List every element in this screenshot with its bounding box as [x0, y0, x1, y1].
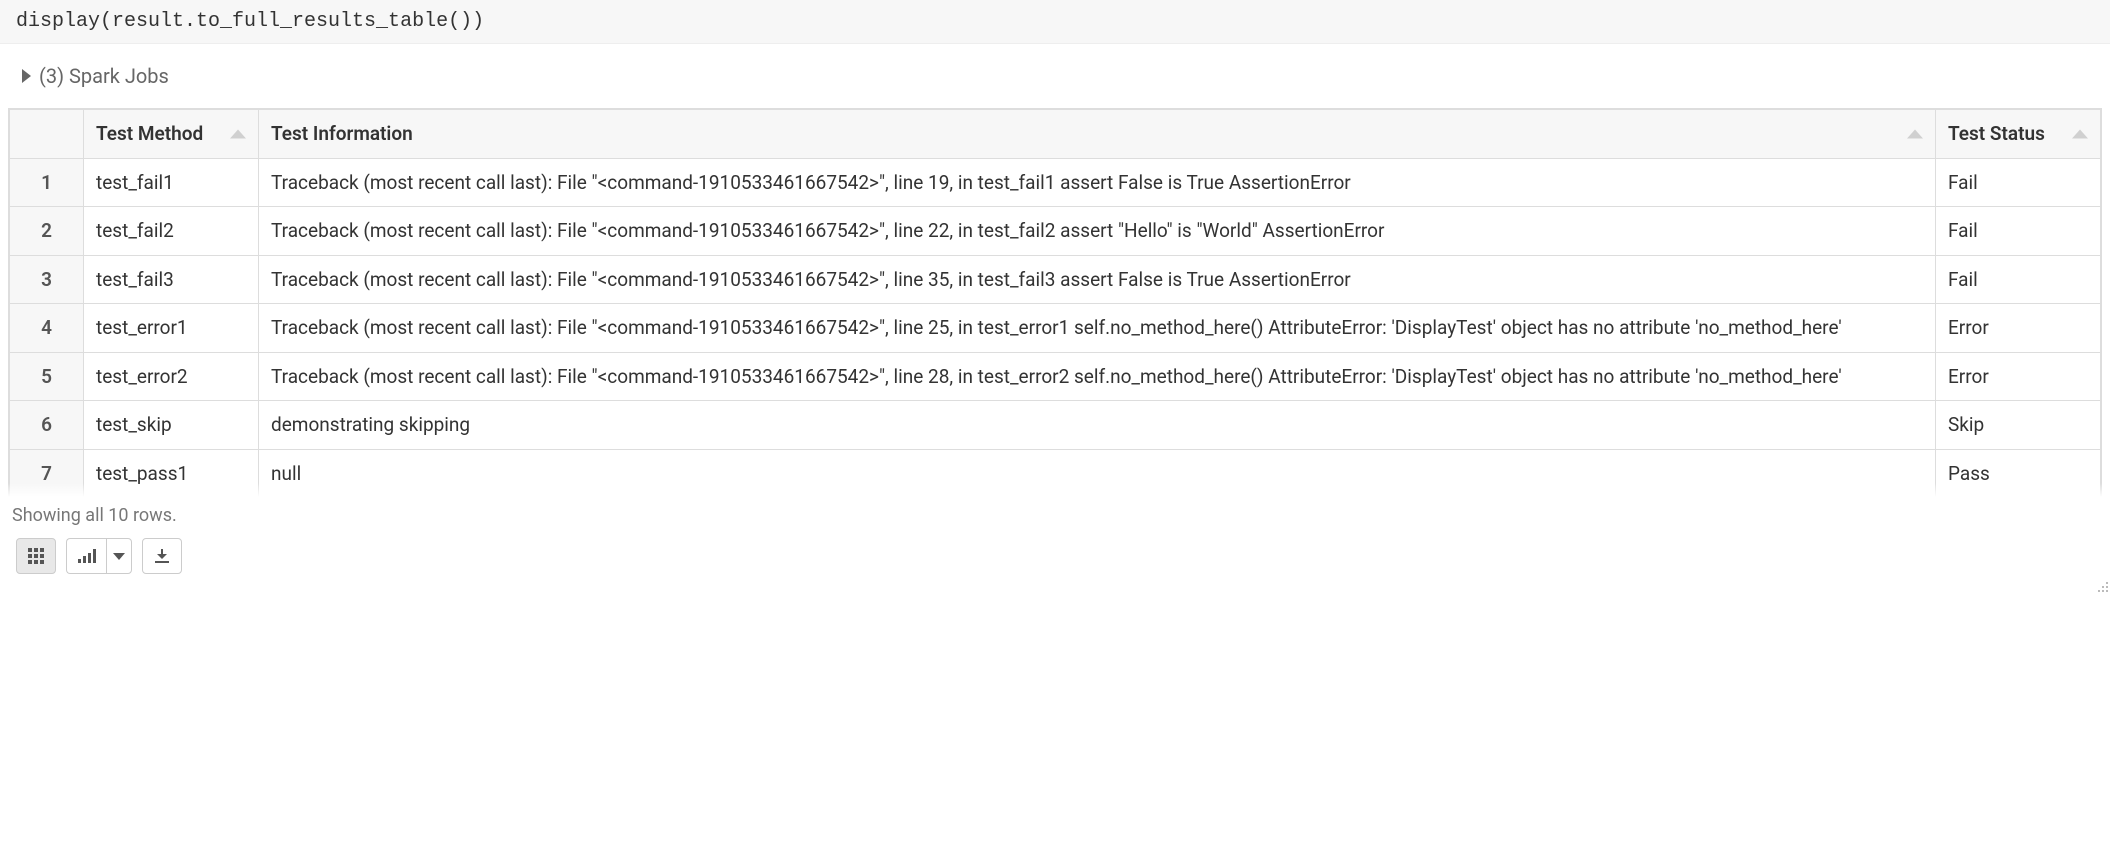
- row-number-cell: 6: [10, 401, 84, 450]
- test-information-cell: Traceback (most recent call last): File …: [259, 304, 1936, 353]
- test-status-cell: Fail: [1936, 158, 2101, 207]
- sort-asc-icon: [1907, 129, 1923, 138]
- resize-handle[interactable]: [2094, 578, 2108, 592]
- row-number-cell: 7: [10, 449, 84, 497]
- download-button[interactable]: [142, 538, 182, 574]
- test-status-cell: Error: [1936, 352, 2101, 401]
- test-information-cell: Traceback (most recent call last): File …: [259, 207, 1936, 256]
- sort-asc-icon: [2072, 129, 2088, 138]
- row-number-cell: 1: [10, 158, 84, 207]
- test-method-cell: test_skip: [84, 401, 259, 450]
- column-header-test-method[interactable]: Test Method: [84, 110, 259, 159]
- table-row[interactable]: 7test_pass1nullPass: [10, 449, 2101, 497]
- download-icon: [155, 549, 169, 563]
- test-status-cell: Pass: [1936, 449, 2101, 497]
- test-status-cell: Error: [1936, 304, 2101, 353]
- test-method-cell: test_fail3: [84, 255, 259, 304]
- row-number-cell: 3: [10, 255, 84, 304]
- test-status-cell: Fail: [1936, 255, 2101, 304]
- spark-jobs-label: (3) Spark Jobs: [39, 64, 169, 88]
- test-information-cell: Traceback (most recent call last): File …: [259, 255, 1936, 304]
- test-method-cell: test_error1: [84, 304, 259, 353]
- chart-view-button[interactable]: [66, 538, 106, 574]
- row-number-cell: 4: [10, 304, 84, 353]
- spark-jobs-toggle[interactable]: (3) Spark Jobs: [22, 64, 2102, 88]
- bar-chart-icon: [78, 549, 96, 563]
- output-toolbar: [8, 538, 2102, 574]
- test-method-cell: test_pass1: [84, 449, 259, 497]
- table-row[interactable]: 6test_skipdemonstrating skippingSkip: [10, 401, 2101, 450]
- sort-asc-icon: [230, 129, 246, 138]
- column-header-test-information[interactable]: Test Information: [259, 110, 1936, 159]
- table-icon: [28, 548, 44, 564]
- row-number-header[interactable]: [10, 110, 84, 159]
- row-number-cell: 5: [10, 352, 84, 401]
- table-row[interactable]: 2test_fail2Traceback (most recent call l…: [10, 207, 2101, 256]
- table-view-button[interactable]: [16, 538, 56, 574]
- test-information-cell: Traceback (most recent call last): File …: [259, 352, 1936, 401]
- chevron-down-icon: [113, 553, 125, 560]
- table-row[interactable]: 1test_fail1Traceback (most recent call l…: [10, 158, 2101, 207]
- test-information-cell: Traceback (most recent call last): File …: [259, 158, 1936, 207]
- output-area: (3) Spark Jobs Test Method Test Informat…: [0, 44, 2110, 574]
- test-status-cell: Skip: [1936, 401, 2101, 450]
- table-row[interactable]: 5test_error2Traceback (most recent call …: [10, 352, 2101, 401]
- test-method-cell: test_fail1: [84, 158, 259, 207]
- test-information-cell: demonstrating skipping: [259, 401, 1936, 450]
- table-row[interactable]: 3test_fail3Traceback (most recent call l…: [10, 255, 2101, 304]
- test-status-cell: Fail: [1936, 207, 2101, 256]
- code-input-cell[interactable]: display(result.to_full_results_table()): [0, 0, 2110, 44]
- table-row[interactable]: 4test_error1Traceback (most recent call …: [10, 304, 2101, 353]
- test-method-cell: test_fail2: [84, 207, 259, 256]
- column-header-test-status[interactable]: Test Status: [1936, 110, 2101, 159]
- chart-options-button[interactable]: [106, 538, 132, 574]
- row-count-footer: Showing all 10 rows.: [8, 497, 2102, 538]
- test-information-cell: null: [259, 449, 1936, 497]
- results-table: Test Method Test Information Test Status…: [8, 108, 2102, 497]
- code-text: display(result.to_full_results_table()): [16, 10, 484, 33]
- test-method-cell: test_error2: [84, 352, 259, 401]
- triangle-right-icon: [22, 69, 31, 83]
- row-number-cell: 2: [10, 207, 84, 256]
